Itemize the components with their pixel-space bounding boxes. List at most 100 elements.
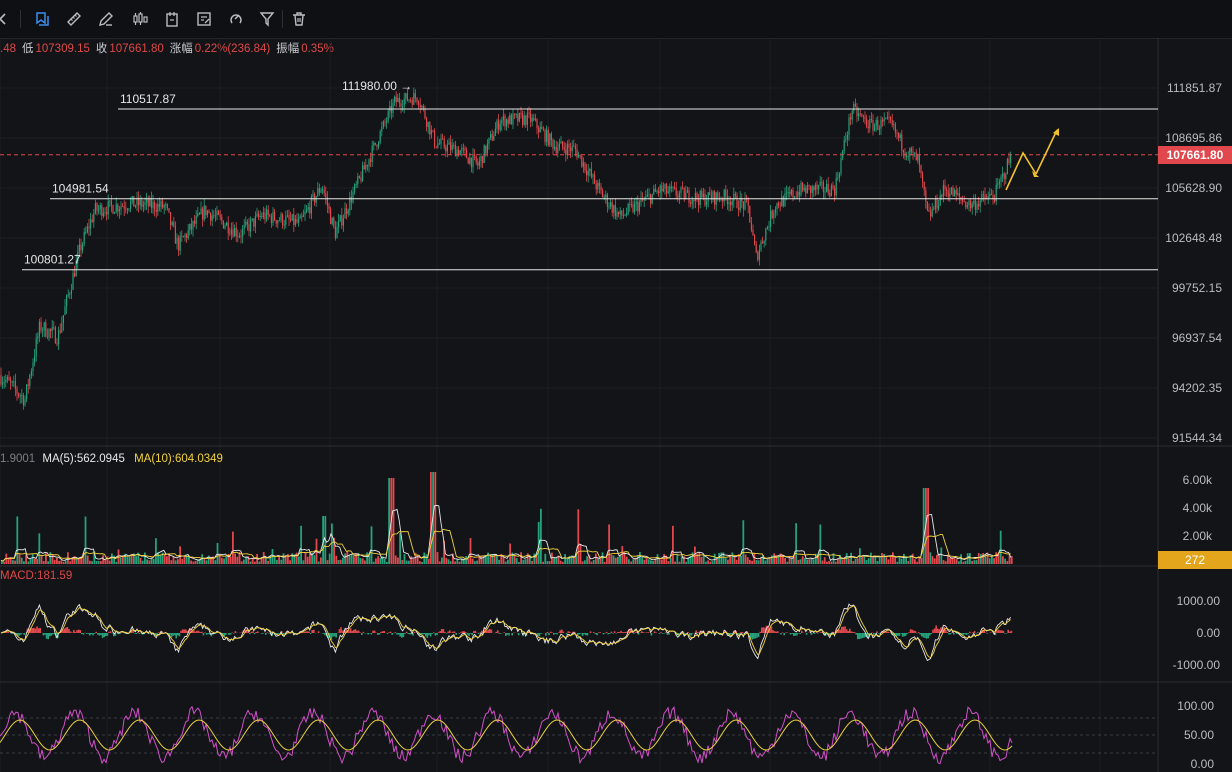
candle-body <box>720 199 722 201</box>
macd-histogram-bar <box>927 633 929 639</box>
candle-body <box>14 381 16 389</box>
candle-body <box>144 202 146 205</box>
volume-bar <box>920 557 923 564</box>
macd-histogram-bar <box>908 632 910 633</box>
candle-body <box>949 193 951 197</box>
pencil-icon[interactable] <box>95 8 117 30</box>
candle-body <box>523 115 525 125</box>
candle-body <box>549 133 551 146</box>
candle-body <box>158 204 160 208</box>
candle-body <box>210 213 212 221</box>
volume-bar <box>542 561 544 564</box>
macd-histogram-bar <box>777 631 779 633</box>
macd-histogram-bar <box>170 633 173 638</box>
macd-histogram-bar <box>946 631 949 633</box>
candle-body <box>35 338 37 357</box>
candle-body <box>328 205 330 209</box>
macd-histogram-bar <box>18 633 21 636</box>
macd-histogram-bar <box>609 633 611 634</box>
volume-bar <box>863 555 866 564</box>
volume-bar <box>823 557 826 564</box>
macd-histogram-bar <box>775 631 777 633</box>
candle-body <box>643 199 645 201</box>
candle-body <box>862 115 864 117</box>
volume-bar <box>313 555 316 564</box>
macd-histogram-bar <box>63 628 65 633</box>
candle-body <box>659 185 661 194</box>
candle-body <box>662 188 664 192</box>
candle-body <box>243 225 245 229</box>
macd-histogram-bar <box>36 626 38 633</box>
candlestick-icon[interactable] <box>129 8 151 30</box>
candle-body <box>206 210 208 216</box>
candle-body <box>629 204 631 205</box>
collapse-icon[interactable] <box>0 8 14 30</box>
volume-bar <box>91 561 93 564</box>
magnet-icon[interactable] <box>225 8 247 30</box>
macd-histogram-bar <box>540 633 542 634</box>
volume-bar <box>546 561 549 564</box>
macd-histogram-bar <box>841 626 843 633</box>
macd-histogram-bar <box>452 631 454 633</box>
filter-icon[interactable] <box>256 8 278 30</box>
candle-body <box>382 121 384 127</box>
volume-bar <box>663 554 665 564</box>
macd-histogram-bar <box>917 632 920 633</box>
macd-histogram-bar <box>388 632 390 633</box>
macd-histogram-bar <box>378 633 381 635</box>
note-edit-icon[interactable] <box>193 8 215 30</box>
candle-body <box>67 294 69 296</box>
trash-icon[interactable] <box>288 8 310 30</box>
volume-bar <box>988 558 991 564</box>
macd-histogram-bar <box>498 633 501 634</box>
candle-body <box>470 157 472 168</box>
volume-bar <box>267 560 269 564</box>
candle-body <box>202 208 204 220</box>
macd-histogram-bar <box>196 630 198 633</box>
volume-bar <box>742 520 745 564</box>
volume-bar <box>755 560 758 564</box>
candle-body <box>518 112 520 122</box>
volume-bar <box>885 556 888 564</box>
volume-bar <box>60 560 63 564</box>
macd-histogram-bar <box>887 631 889 633</box>
candle-body <box>418 102 420 105</box>
draw-box-icon[interactable] <box>31 8 53 30</box>
volume-bar <box>773 553 775 564</box>
macd-histogram-bar <box>548 633 550 636</box>
macd-histogram-bar <box>860 633 862 639</box>
candle-body <box>973 200 975 204</box>
volume-bar <box>821 560 824 564</box>
macd-histogram-bar <box>741 632 744 633</box>
macd-histogram-bar <box>225 633 227 635</box>
candle-body <box>426 118 428 127</box>
candle-body <box>245 221 247 226</box>
volume-bar <box>192 561 195 564</box>
volume-bar <box>718 553 720 564</box>
macd-histogram-bar <box>889 632 891 633</box>
candle-body <box>240 236 242 237</box>
volume-bar <box>337 559 340 564</box>
chart-canvas[interactable]: 110517.87 104981.54 100801.27 111980.00 → 1… <box>0 38 1232 772</box>
macd-histogram-bar <box>138 633 141 634</box>
candle-body <box>146 199 148 203</box>
candle-body <box>531 117 533 122</box>
ruler-icon[interactable] <box>63 8 85 30</box>
candle-body <box>917 154 919 161</box>
volume-bar <box>34 558 36 564</box>
candle-body <box>971 203 973 209</box>
macd-histogram-bar <box>95 631 97 633</box>
candle-body <box>950 187 952 194</box>
candle-body <box>717 192 719 198</box>
document-icon[interactable] <box>161 8 183 30</box>
candle-body <box>227 222 229 234</box>
price-axis-tick: 99752.15 <box>1172 281 1222 295</box>
candle-body <box>803 187 805 191</box>
candle-body <box>253 218 255 227</box>
level-label: 110517.87 <box>120 92 176 106</box>
candle-body <box>880 119 882 129</box>
volume-bar <box>685 561 687 564</box>
candle-body <box>174 226 176 244</box>
candle-body <box>848 117 850 135</box>
candle-body <box>330 208 332 224</box>
